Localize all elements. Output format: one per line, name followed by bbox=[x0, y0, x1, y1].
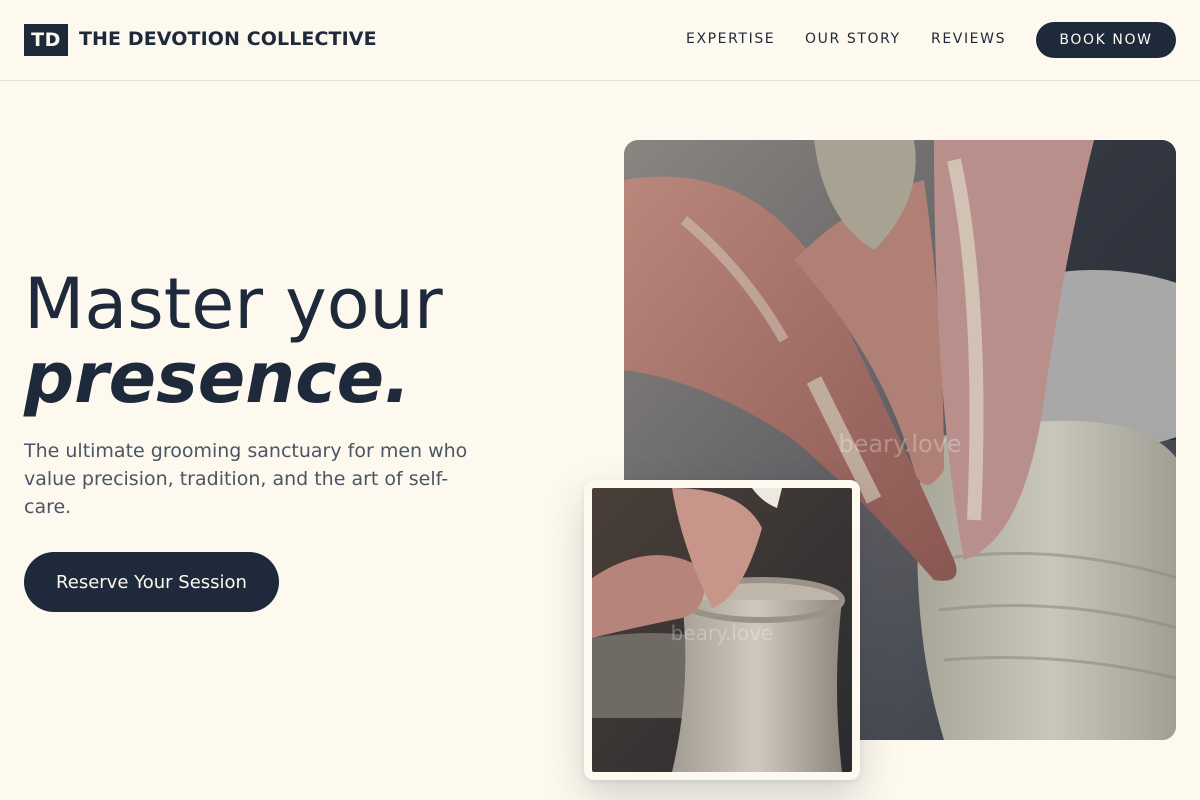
logo-badge[interactable]: TD bbox=[24, 24, 68, 56]
inset-image-watermark: beary.love bbox=[671, 621, 774, 645]
nav-link-reviews[interactable]: REVIEWS bbox=[931, 31, 1006, 47]
brand-name[interactable]: THE DEVOTION COLLECTIVE bbox=[79, 28, 377, 50]
nav-link-expertise[interactable]: EXPERTISE bbox=[686, 31, 775, 47]
pottery-wheel-illustration: beary.love bbox=[592, 488, 852, 772]
inset-pottery-image: beary.love bbox=[592, 488, 852, 772]
book-now-button[interactable]: BOOK NOW bbox=[1036, 22, 1176, 58]
reserve-session-button[interactable]: Reserve Your Session bbox=[24, 552, 279, 612]
hero-subtitle: The ultimate grooming sanctuary for men … bbox=[24, 440, 468, 518]
hero-headline-line2: presence. bbox=[24, 337, 411, 419]
main-image-watermark: beary.love bbox=[838, 430, 961, 458]
hero-headline-line1: Master your bbox=[24, 263, 443, 345]
site-header: TD THE DEVOTION COLLECTIVE EXPERTISE OUR… bbox=[0, 0, 1200, 81]
inset-image-card: beary.love bbox=[584, 480, 860, 780]
nav-link-our-story[interactable]: OUR STORY bbox=[805, 31, 901, 47]
